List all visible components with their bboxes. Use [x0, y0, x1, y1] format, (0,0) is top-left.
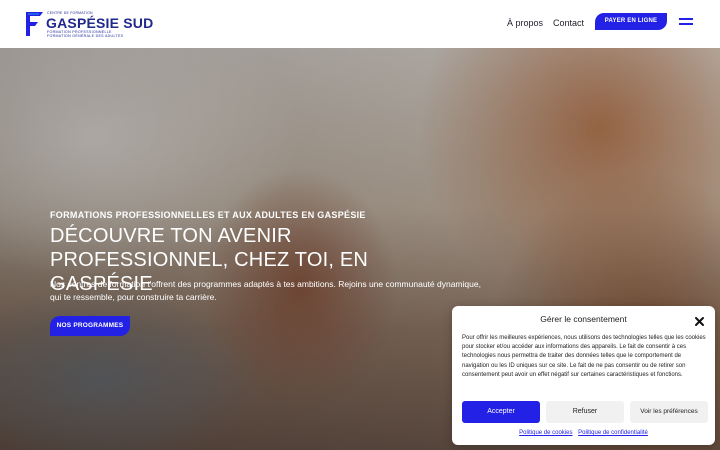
- logo-name: GASPÉSIE SUD: [46, 15, 154, 31]
- logo-f-icon: [26, 12, 43, 36]
- logo[interactable]: CENTRE DE FORMATION GASPÉSIE SUD FORMATI…: [24, 8, 164, 40]
- consent-title: Gérer le consentement: [540, 314, 627, 324]
- refuse-button[interactable]: Refuser: [546, 401, 624, 423]
- accept-button[interactable]: Accepter: [462, 401, 540, 423]
- nav-link-a-propos[interactable]: À propos: [507, 18, 543, 28]
- hero-eyebrow: FORMATIONS PROFESSIONNELLES ET AUX ADULT…: [50, 210, 366, 220]
- site-header: CENTRE DE FORMATION GASPÉSIE SUD FORMATI…: [0, 0, 720, 48]
- hero-description: Nos centres de formation t'offrent des p…: [50, 279, 481, 302]
- hamburger-menu-icon[interactable]: [679, 18, 693, 26]
- consent-links: Politique de cookies Politique de confid…: [452, 430, 715, 436]
- logo-subtitle-2: FORMATION GÉNÉRALE DES ADULTES: [47, 34, 124, 38]
- consent-text: Pour offrir les meilleures expériences, …: [462, 335, 706, 378]
- close-icon[interactable]: [694, 314, 705, 326]
- privacy-policy-link[interactable]: Politique de confidentialité: [578, 430, 648, 436]
- view-preferences-button[interactable]: Voir les préférences: [630, 401, 708, 423]
- pay-online-button[interactable]: PAYER EN LIGNE: [595, 13, 667, 30]
- consent-dialog: Gérer le consentement Pour offrir les me…: [452, 306, 715, 445]
- programs-button[interactable]: NOS PROGRAMMES: [50, 316, 130, 336]
- cookie-policy-link[interactable]: Politique de cookies: [519, 430, 572, 436]
- nav-link-contact[interactable]: Contact: [553, 18, 584, 28]
